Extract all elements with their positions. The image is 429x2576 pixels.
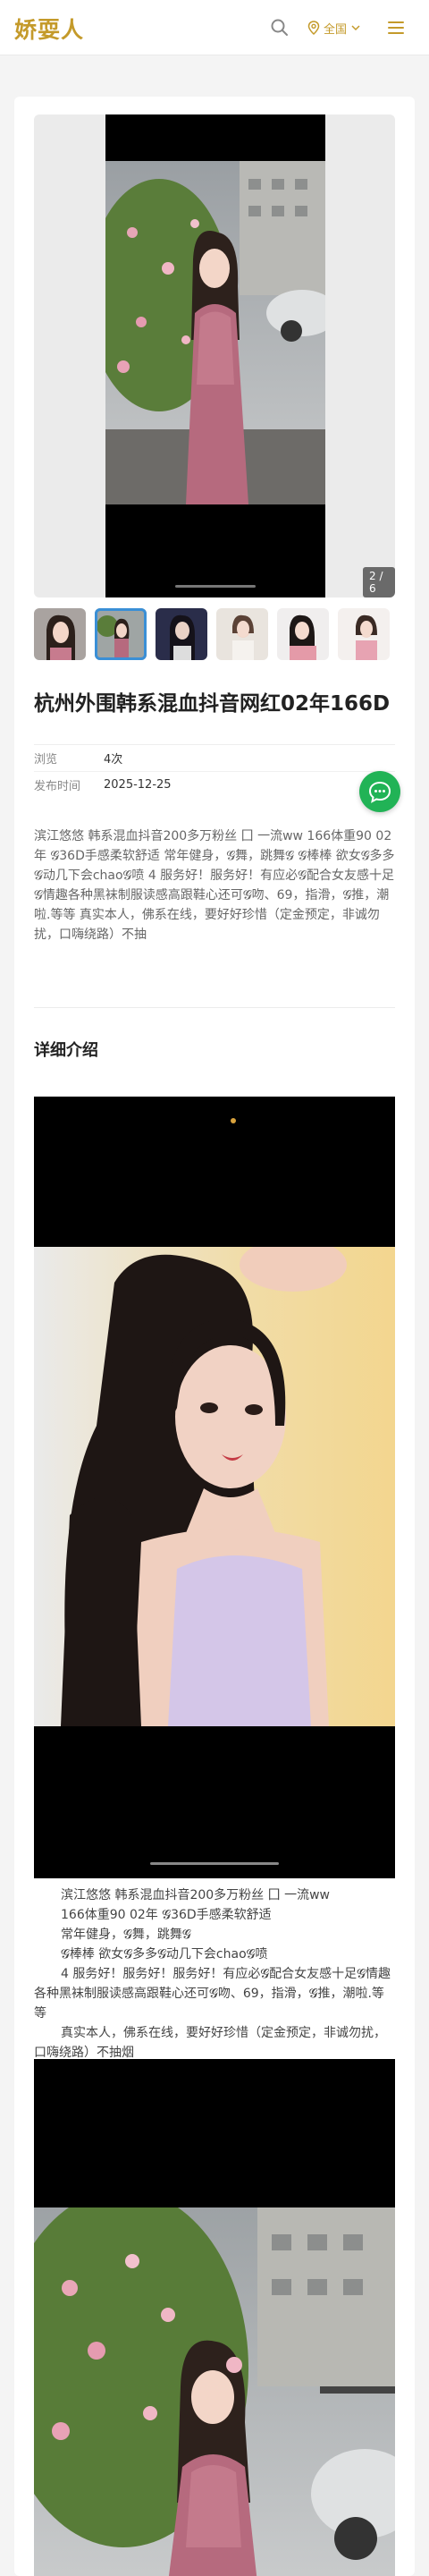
thumbnail-strip [34,608,395,662]
meta-value: 2025-12-25 [104,778,172,792]
listing-meta: 浏览 4次 发布时间 2025-12-25 [34,744,395,798]
search-button[interactable] [268,16,291,39]
detail-heading: 详细介绍 [34,1041,98,1060]
detail-photo [34,2207,395,2576]
menu-button[interactable] [386,18,406,38]
chevron-down-icon [351,25,360,31]
gallery-thumbnail[interactable] [156,608,207,660]
media-gallery[interactable]: 2 / 6 [34,114,395,597]
detail-image[interactable] [34,1097,395,1878]
region-selector[interactable]: 全国 [307,18,361,38]
detail-paragraph: 166体重90 02年 𝓖36D手感柔软舒适 [61,1908,272,1922]
meta-value: 4次 [104,753,123,767]
detail-paragraph: 滨江悠悠 韩系混血抖音200多万粉丝 囗 一流ww [61,1888,330,1902]
meta-label: 发布时间 [34,780,81,793]
gallery-thumbnail[interactable] [338,608,390,660]
gallery-thumbnail[interactable] [34,608,86,660]
detail-paragraph: 真实本人，佛系在线，要好好珍惜（定金预定，非诚勿扰，口嗨绕路）不抽烟 [34,2026,386,2060]
location-icon [307,21,320,35]
section-divider [34,1007,395,1008]
gallery-video[interactable] [105,114,325,597]
detail-paragraph: 𝓖棒棒 欲女𝓖多多𝓖动几下会chao𝓖喷 [61,1947,268,1962]
top-navigation-bar: 娇耍人 全国 [0,0,429,55]
gallery-photo [105,161,325,504]
region-label: 全国 [324,22,348,37]
menu-icon [388,21,404,34]
gallery-thumbnail[interactable] [216,608,268,660]
chat-icon [368,781,391,803]
video-progress-bar [150,1862,279,1865]
meta-label: 浏览 [34,753,58,767]
search-icon [271,19,288,36]
listing-card: 2 / 6 杭州外围韩系混血抖音网红02年166D 浏览 4次 发布时间 202… [14,97,415,2576]
chat-button[interactable] [359,771,400,812]
detail-paragraph: 常年健身，𝓖舞，跳舞𝓖 [61,1928,191,1942]
site-logo[interactable]: 娇耍人 [14,13,84,45]
loading-dot [231,1118,236,1123]
meta-row-views: 浏览 4次 [34,744,395,771]
gallery-thumbnail-active[interactable] [95,608,147,660]
detail-paragraph: 4 服务好！服务好！服务好！有应必𝓖配合女友感十足𝓖情趣各种黑袜制服读感高跟鞋心… [34,1967,391,2021]
gallery-counter: 2 / 6 [363,567,395,597]
detail-image[interactable] [34,2059,395,2576]
gallery-thumbnail[interactable] [277,608,329,660]
listing-title: 杭州外围韩系混血抖音网红02年166D [34,692,391,716]
detail-photo [34,1247,395,1726]
meta-row-publish-date: 发布时间 2025-12-25 [34,771,395,798]
detail-text: 滨江悠悠 韩系混血抖音200多万粉丝 囗 一流ww 166体重90 02年 𝓖3… [34,1885,395,2063]
listing-description: 滨江悠悠 韩系混血抖音200多万粉丝 囗 一流ww 166体重90 02年 𝓖3… [34,829,395,942]
video-progress-bar [175,585,256,588]
